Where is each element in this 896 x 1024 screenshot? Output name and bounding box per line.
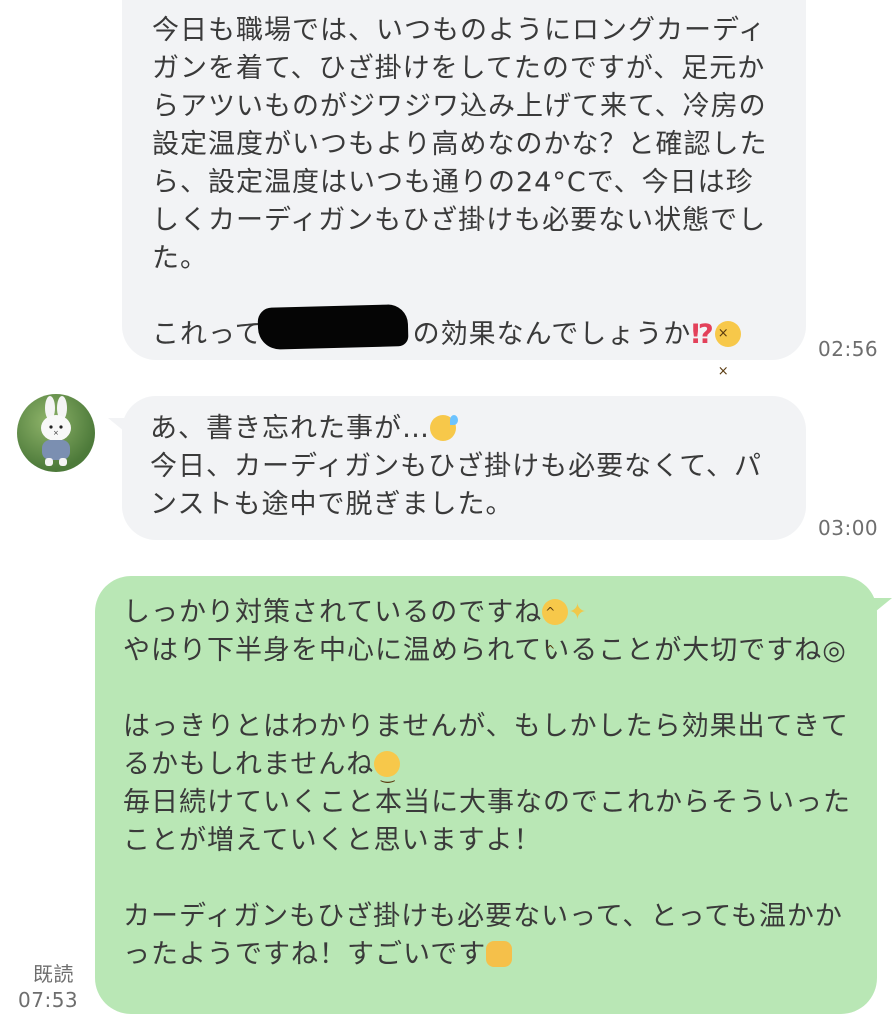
timestamp: 02:56 <box>818 337 879 361</box>
message-text: 今日、カーディガンもひざ掛けも必要なくて、パンストも途中で脱ぎました。 <box>150 451 762 520</box>
timestamp: 03:00 <box>818 516 879 540</box>
timestamp: 07:53 <box>18 988 79 1012</box>
sweat-smile-icon <box>430 415 458 441</box>
message-text: あ、書き忘れた事が… <box>150 413 430 444</box>
sparkles-icon: ✦ <box>568 600 588 625</box>
bunny-figure-icon: × <box>41 396 71 466</box>
message-text: やはり下半身を中心に温められていることが大切ですね◎ はっきりとはわかりませんが… <box>123 635 849 780</box>
raising-hands-icon <box>486 941 513 967</box>
blush-smile-icon <box>542 593 569 669</box>
message-text: しっかり対策されているのですね <box>123 597 543 628</box>
read-receipt: 既読 <box>33 962 74 986</box>
message-text: 今日も職場では、いつものようにロングカーディガンを着て、ひざ掛けをしてたのですが… <box>152 15 768 350</box>
message-bubble-outgoing[interactable]: しっかり対策されているのですね ✦ やはり下半身を中心に温められていることが大切で… <box>95 576 877 1014</box>
exclamation-question-icon: ⁉ <box>691 319 715 350</box>
message-bubble-incoming[interactable]: 今日も職場では、いつものようにロングカーディガンを着て、ひざ掛けをしてたのですが… <box>122 0 806 391</box>
svg-text:×: × <box>53 429 59 437</box>
message-text: の効果なんでしょうか <box>412 319 692 350</box>
slight-smile-icon <box>374 751 401 793</box>
redaction-mark <box>257 304 409 350</box>
avatar[interactable]: × <box>17 394 95 472</box>
message-text: 毎日続けていくこと本当に大事なのでこれからそういったことが増えていくと思いますよ… <box>123 787 851 970</box>
dizzy-face-icon <box>714 315 741 391</box>
message-bubble-incoming[interactable]: あ、書き忘れた事が… 今日、カーディガンもひざ掛けも必要なくて、パンストも途中で… <box>122 396 806 540</box>
